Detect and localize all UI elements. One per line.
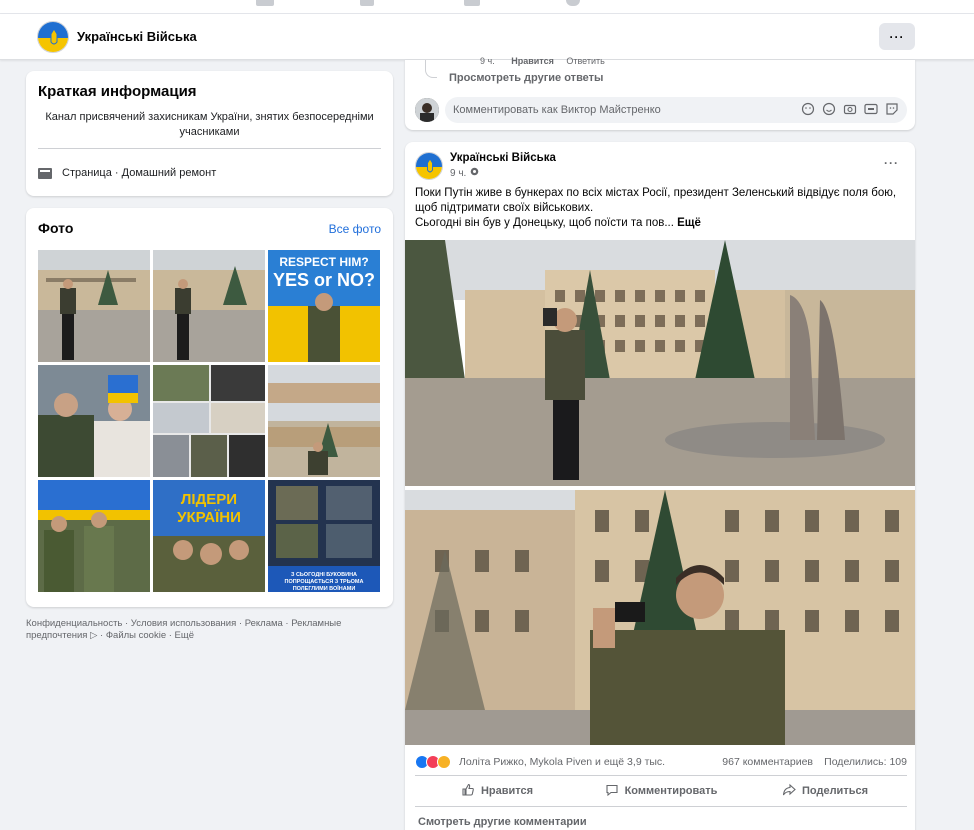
comment-input[interactable]: Комментировать как Виктор Майстренко [445,97,907,123]
shares-count[interactable]: Поделились: 109 [824,756,907,768]
flag-icon [38,167,52,179]
photo-thumbnail[interactable] [153,250,265,362]
camera-icon[interactable] [843,102,857,116]
reactions-names[interactable]: Лоліта Рижко, Mykola Piven и ещё 3,9 тыс… [459,756,665,768]
sticker-icon[interactable] [885,102,899,116]
svg-text:ПОЛЕГЛИМИ ВОЇНАМИ: ПОЛЕГЛИМИ ВОЇНАМИ [293,585,356,592]
photo-thumbnail[interactable]: ЛІДЕРИ УКРАЇНИ [153,480,265,592]
post-meta: 9 ч. [450,167,479,179]
top-nav-strip [0,0,974,14]
photo-thumbnail[interactable] [38,365,150,477]
svg-text:УКРАЇНИ: УКРАЇНИ [177,509,241,526]
svg-text:З СЬОГОДНІ БУКОВИНА: З СЬОГОДНІ БУКОВИНА [291,572,357,578]
nav-icon[interactable] [360,0,374,6]
like-label: Нравится [480,785,534,797]
post-actions: Нравится Комментировать Поделиться [415,776,907,806]
care-reaction-icon [437,755,451,769]
comment-icon [605,783,619,800]
post-more-options-button[interactable]: ··· [884,156,899,170]
post-card: Українські Війська 9 ч. ··· Поки Путін ж… [405,142,915,830]
thumbs-up-icon [461,783,475,800]
share-icon [782,783,796,800]
nav-icon[interactable] [566,0,580,6]
comment-button[interactable]: Комментировать [579,776,743,806]
about-description: Канал присвячений захисникам України, зн… [45,111,374,138]
divider [38,148,381,149]
comment-label: Комментировать [624,785,718,797]
user-avatar[interactable] [415,98,439,122]
post-text-truncated: Сьогодні він був у Донецьку, щоб поїсти … [415,217,674,229]
about-title: Краткая информация [38,83,197,100]
comment-input-icons [801,102,899,116]
comment-reply-link[interactable]: Ответить [566,56,604,66]
page-header-bar: Українські Війська ··· [0,14,974,60]
all-photos-link[interactable]: Все фото [329,222,381,236]
page-category-label: Страница · Домашний ремонт [62,167,217,179]
post-text: Поки Путін живе в бункерах по всіх міста… [415,186,905,231]
comments-count[interactable]: 967 комментариев [722,756,813,768]
post-author-name[interactable]: Українські Війська [450,152,556,164]
post-author-avatar[interactable] [415,152,443,180]
see-more-link[interactable]: Ещё [677,217,701,229]
photo-thumbnail[interactable]: З СЬОГОДНІ БУКОВИНА ПОПРОЩАЄТЬСЯ З ТРЬОМ… [268,480,380,592]
view-more-comments-link[interactable]: Смотреть другие комментарии [418,816,587,828]
post-text-line: Поки Путін живе в бункерах по всіх міста… [415,187,897,214]
photo-thumbnail[interactable] [268,365,380,477]
svg-text:RESPECT HIM?: RESPECT HIM? [279,255,368,269]
comment-time: 9 ч. [480,56,495,66]
more-options-button[interactable]: ··· [879,23,915,50]
reaction-icons[interactable] [415,755,451,769]
about-card: Краткая информация Канал присвячений зах… [26,71,393,196]
photo-thumbnail[interactable] [38,250,150,362]
nav-icon[interactable] [256,0,274,6]
post-image[interactable] [405,490,915,745]
page-avatar[interactable] [37,21,69,53]
like-button[interactable]: Нравится [415,776,579,806]
view-more-replies-link[interactable]: Просмотреть другие ответы [449,72,603,84]
emoji-icon[interactable] [822,102,836,116]
photo-thumbnail[interactable] [153,365,265,477]
comment-meta: 9 ч. Нравится Ответить [480,56,605,66]
comment-like-link[interactable]: Нравится [511,56,554,66]
photos-title: Фото [38,220,74,236]
reactions-bar: Лоліта Рижко, Mykola Piven и ещё 3,9 тыс… [415,754,907,770]
divider [415,806,907,807]
post-text-line-2: Сьогодні він був у Донецьку, щоб поїсти … [415,216,905,231]
svg-text:ПОПРОЩАЄТЬСЯ З ТРЬОМА: ПОПРОЩАЄТЬСЯ З ТРЬОМА [285,579,364,585]
gif-icon[interactable] [864,102,878,116]
page-title[interactable]: Українські Війська [77,29,197,44]
svg-text:YES or NO?: YES or NO? [273,270,375,290]
comment-input-placeholder: Комментировать как Виктор Майстренко [453,104,661,116]
photo-thumbnail[interactable] [38,480,150,592]
page-category: Страница · Домашний ремонт [38,167,216,179]
share-button[interactable]: Поделиться [743,776,907,806]
comment-section-card: 9 ч. Нравится Ответить Просмотреть други… [405,56,915,130]
footer-links[interactable]: Конфиденциальность · Условия использован… [26,618,386,642]
audience-icon [470,167,479,179]
reply-thread-line [425,60,437,78]
avatar-sticker-icon[interactable] [801,102,815,116]
post-image[interactable] [405,240,915,486]
post-time[interactable]: 9 ч. [450,168,466,179]
share-label: Поделиться [801,785,869,797]
nav-icon[interactable] [464,0,480,6]
photo-grid: RESPECT HIM? YES or NO? ЛІДЕРИ УКРАЇНИ З… [38,250,381,593]
photo-thumbnail[interactable]: RESPECT HIM? YES or NO? [268,250,380,362]
svg-text:ЛІДЕРИ: ЛІДЕРИ [181,491,237,508]
photos-card: Фото Все фото RESPECT HIM? YES or NO? ЛІ… [26,208,393,607]
